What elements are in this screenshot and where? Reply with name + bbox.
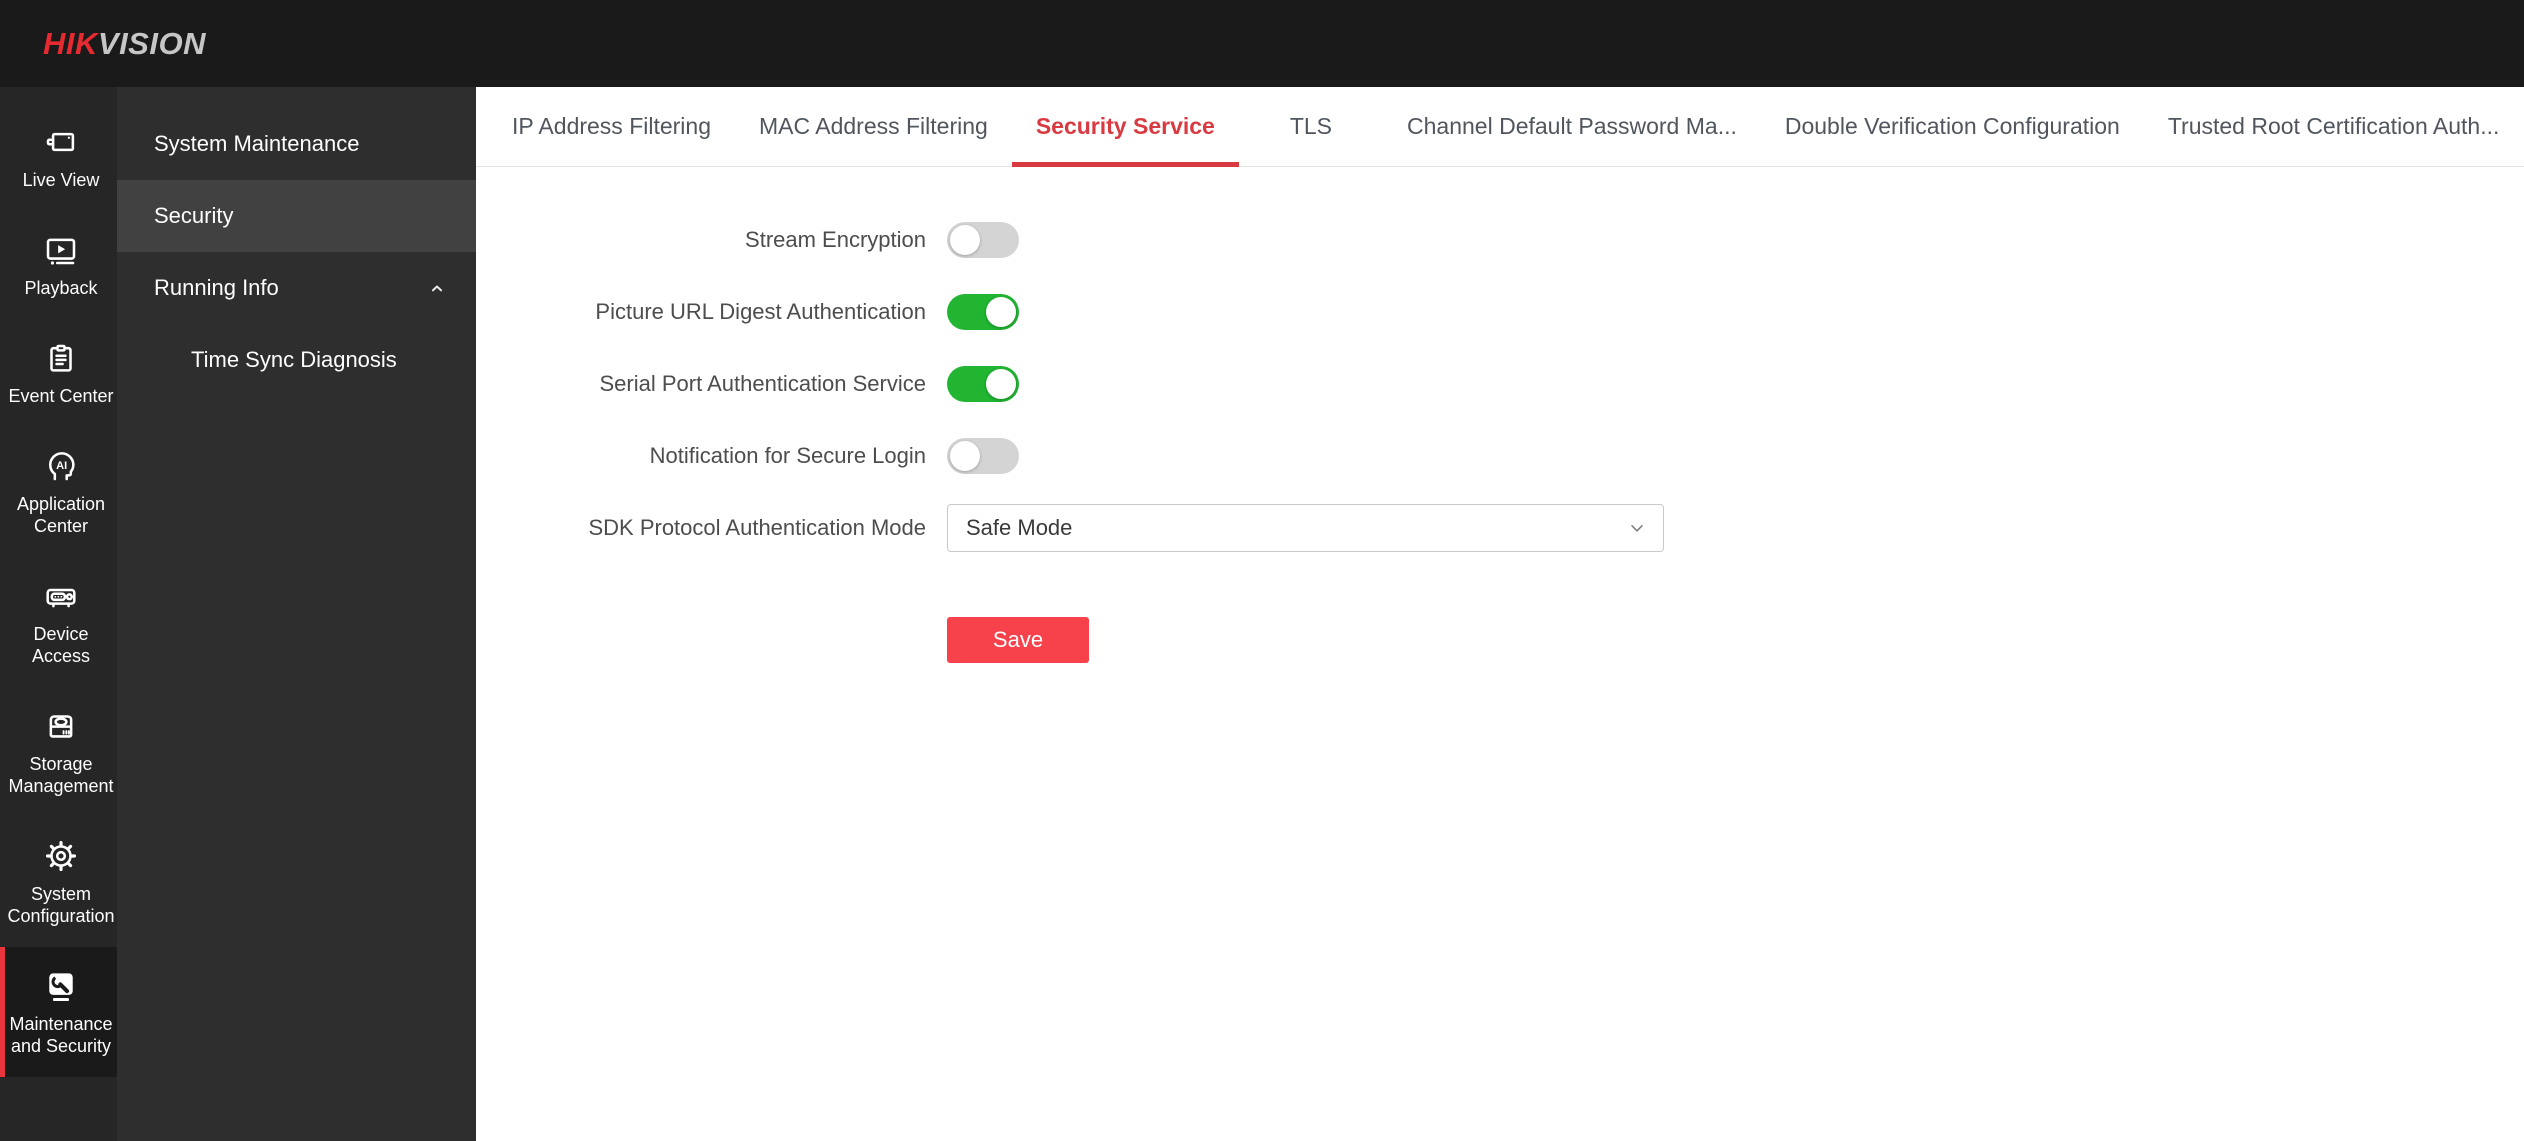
chevron-down-icon xyxy=(1631,525,1643,532)
form-row-notification-for-secure-login: Notification for Secure Login xyxy=(476,420,2524,492)
app-window: HIKVISION Live View Playback Event Cente… xyxy=(0,0,2524,1141)
menu-item-label: Running Info xyxy=(154,275,279,300)
sidebar-item-label: System Configuration xyxy=(7,884,115,926)
notification-for-secure-login-toggle[interactable] xyxy=(947,438,1019,474)
tab-label: TLS xyxy=(1289,113,1333,139)
menu-item-label: Security xyxy=(154,203,234,228)
tab-channel-default-password[interactable]: Channel Default Password Ma... xyxy=(1383,87,1761,166)
menu-item-label: System Maintenance xyxy=(154,131,360,156)
tab-label: Double Verification Configuration xyxy=(1784,113,2120,139)
sidebar-item-label: Storage Management xyxy=(8,754,114,796)
sidebar-item-live-view[interactable]: Live View xyxy=(0,103,117,211)
sidebar-item-device-access[interactable]: Device Access xyxy=(0,557,117,687)
playback-icon xyxy=(46,238,76,265)
svg-text:AI: AI xyxy=(56,460,67,472)
primary-sidebar: Live View Playback Event Center AI Appli… xyxy=(0,87,117,1141)
field-label: SDK Protocol Authentication Mode xyxy=(588,515,926,540)
security-service-form: Stream Encryption Picture URL Digest Aut… xyxy=(476,167,2524,663)
form-row-stream-encryption: Stream Encryption xyxy=(476,204,2524,276)
field-label: Picture URL Digest Authentication xyxy=(595,299,926,324)
sdk-protocol-authentication-mode-select[interactable]: Safe Mode xyxy=(947,504,1664,552)
sidebar-item-event-center[interactable]: Event Center xyxy=(0,319,117,427)
sidebar-item-playback[interactable]: Playback xyxy=(0,211,117,319)
toggle-knob xyxy=(986,297,1016,327)
sidebar-item-maintenance-and-security[interactable]: Maintenance and Security xyxy=(0,947,117,1077)
tab-label: Trusted Root Certification Auth... xyxy=(2167,113,2500,139)
logo-vision: VISION xyxy=(97,25,206,61)
storage-management-icon xyxy=(49,715,73,738)
hikvision-logo: HIKVISION xyxy=(43,26,206,62)
device-access-icon xyxy=(46,588,76,608)
stream-encryption-toggle[interactable] xyxy=(947,222,1019,258)
tab-mac-address-filtering[interactable]: MAC Address Filtering xyxy=(735,87,1012,166)
application-center-icon: AI xyxy=(48,452,75,481)
toggle-knob xyxy=(950,441,980,471)
main-content: IP Address Filtering MAC Address Filteri… xyxy=(476,87,2524,1141)
field-label: Notification for Secure Login xyxy=(649,443,926,468)
tab-security-service[interactable]: Security Service xyxy=(1011,87,1239,167)
logo-hik: HIK xyxy=(43,25,98,61)
form-row-serial-port-authentication-service: Serial Port Authentication Service xyxy=(476,348,2524,420)
live-view-icon xyxy=(46,132,75,152)
sidebar-item-label: Application Center xyxy=(16,494,106,536)
save-button[interactable]: Save xyxy=(947,617,1089,663)
top-bar: HIKVISION xyxy=(0,0,2524,87)
tab-label: IP Address Filtering xyxy=(512,113,712,139)
tab-tls[interactable]: TLS xyxy=(1239,87,1383,166)
sidebar-item-application-center[interactable]: AI Application Center xyxy=(0,427,117,557)
menu-item-time-sync-diagnosis[interactable]: Time Sync Diagnosis xyxy=(117,324,476,396)
form-row-sdk-protocol-authentication-mode: SDK Protocol Authentication Mode Safe Mo… xyxy=(476,492,2524,564)
tab-bar: IP Address Filtering MAC Address Filteri… xyxy=(476,87,2524,167)
secondary-sidebar: System Maintenance Security Running Info… xyxy=(117,87,476,1141)
tab-label: Security Service xyxy=(1035,113,1215,139)
serial-port-authentication-service-toggle[interactable] xyxy=(947,366,1019,402)
menu-item-label: Time Sync Diagnosis xyxy=(191,347,397,372)
menu-item-running-info[interactable]: Running Info xyxy=(117,252,476,324)
tab-ip-address-filtering[interactable]: IP Address Filtering xyxy=(488,87,735,166)
form-row-picture-url-digest-authentication: Picture URL Digest Authentication xyxy=(476,276,2524,348)
field-label: Stream Encryption xyxy=(745,227,926,252)
tab-double-verification-configuration[interactable]: Double Verification Configuration xyxy=(1761,87,2144,166)
sidebar-item-storage-management[interactable]: Storage Management xyxy=(0,687,117,817)
sidebar-item-label: Playback xyxy=(24,278,98,298)
menu-item-security[interactable]: Security xyxy=(117,180,476,252)
sidebar-item-label: Event Center xyxy=(8,386,114,406)
tab-label: Channel Default Password Ma... xyxy=(1407,113,1737,139)
picture-url-digest-authentication-toggle[interactable] xyxy=(947,294,1019,330)
event-center-icon xyxy=(50,344,72,372)
tab-trusted-root-certification[interactable]: Trusted Root Certification Auth... xyxy=(2144,87,2524,166)
menu-item-system-maintenance[interactable]: System Maintenance xyxy=(117,108,476,180)
tab-label: MAC Address Filtering xyxy=(759,113,988,139)
field-label: Serial Port Authentication Service xyxy=(599,371,926,396)
toggle-knob xyxy=(986,369,1016,399)
select-value: Safe Mode xyxy=(966,515,1073,540)
sidebar-item-label: Device Access xyxy=(31,624,91,666)
sidebar-item-label: Live View xyxy=(22,170,100,190)
toggle-knob xyxy=(950,225,980,255)
sidebar-item-label: Maintenance and Security xyxy=(9,1014,113,1056)
sidebar-item-system-configuration[interactable]: System Configuration xyxy=(0,817,117,947)
maintenance-security-icon xyxy=(49,973,73,1002)
system-configuration-icon xyxy=(45,840,77,872)
chevron-up-icon xyxy=(431,285,443,292)
